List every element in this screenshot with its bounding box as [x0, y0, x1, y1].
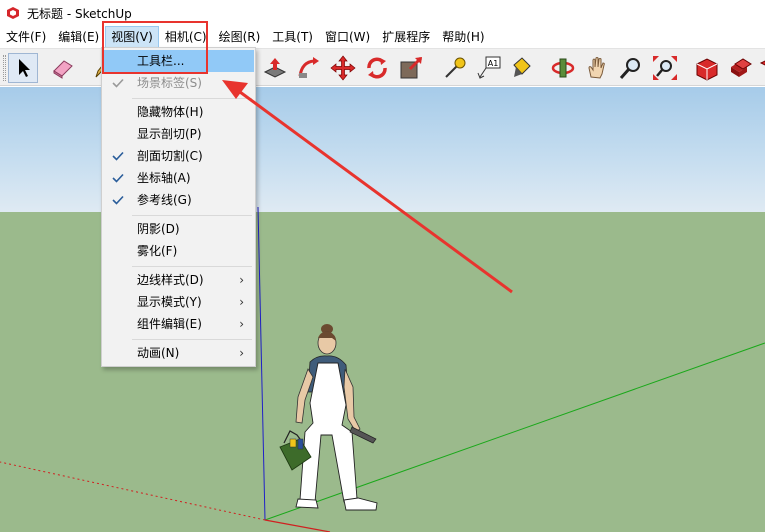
push-pull-icon: [263, 58, 287, 78]
checkmark-icon: [112, 151, 124, 161]
select-arrow-icon: [19, 59, 30, 77]
menu-item-label: 参考线(G): [137, 193, 192, 207]
scale-icon: [400, 56, 423, 79]
text-tool-glyph: A1: [488, 59, 499, 68]
menu-help[interactable]: 帮助(H): [436, 26, 490, 48]
menu-separator: [132, 215, 252, 216]
menu-item-label: 显示剖切(P): [137, 127, 202, 141]
move-icon: [330, 55, 356, 81]
extension-warehouse-icon: [731, 58, 752, 77]
submenu-arrow-icon: ›: [239, 317, 244, 331]
menu-item-axes[interactable]: 坐标轴(A): [104, 167, 254, 189]
menu-item-section-cuts[interactable]: 剖面切割(C): [104, 145, 254, 167]
menu-item-label: 坐标轴(A): [137, 171, 191, 185]
toolbar-grip[interactable]: [3, 55, 6, 81]
select-tool-button[interactable]: [8, 53, 38, 83]
zoom-extents-tool-button[interactable]: [650, 53, 680, 83]
red-axis: [264, 519, 331, 532]
layout-icon: [759, 60, 765, 66]
menu-item-label: 边线样式(D): [137, 273, 204, 287]
menu-item-fog[interactable]: 雾化(F): [104, 240, 254, 262]
menu-item-animation[interactable]: 动画(N) ›: [104, 342, 254, 364]
tape-measure-icon: [445, 57, 466, 78]
zoom-tool-button[interactable]: [616, 53, 646, 83]
submenu-arrow-icon: ›: [239, 295, 244, 309]
paint-bucket-tool-button[interactable]: [506, 53, 536, 83]
push-pull-tool-button[interactable]: [260, 53, 290, 83]
menu-item-label: 阴影(D): [137, 222, 180, 236]
view-menu-dropdown: 工具栏... 场景标签(S) 隐藏物体(H) 显示剖切(P) 剖面切割(C) 坐…: [101, 47, 256, 367]
layout-button[interactable]: [756, 53, 765, 83]
scale-tool-button[interactable]: [396, 53, 426, 83]
menu-item-section-planes[interactable]: 显示剖切(P): [104, 123, 254, 145]
orbit-tool-button[interactable]: [548, 53, 578, 83]
follow-me-tool-button[interactable]: [294, 53, 324, 83]
text-tool-button[interactable]: A1: [474, 53, 504, 83]
menu-item-shadows[interactable]: 阴影(D): [104, 218, 254, 240]
menu-item-scene-tabs[interactable]: 场景标签(S): [104, 72, 254, 94]
menu-item-label: 组件编辑(E): [137, 317, 202, 331]
zoom-icon: [619, 58, 640, 79]
menu-item-label: 雾化(F): [137, 244, 178, 258]
menu-draw[interactable]: 绘图(R): [213, 26, 267, 48]
follow-me-icon: [298, 57, 319, 78]
sketchup-logo-icon: [7, 7, 19, 19]
submenu-arrow-icon: ›: [239, 346, 244, 360]
red-axis-negative: [0, 461, 266, 521]
blue-axis: [257, 206, 266, 521]
menu-extensions[interactable]: 扩展程序: [376, 26, 436, 48]
person-figure[interactable]: [279, 324, 378, 511]
eraser-tool-button[interactable]: [48, 53, 78, 83]
extension-warehouse-button[interactable]: [726, 53, 756, 83]
eraser-icon: [53, 60, 73, 79]
menu-window[interactable]: 窗口(W): [319, 26, 376, 48]
window-title: 无标题 - SketchUp: [27, 6, 132, 21]
menu-item-label: 显示模式(Y): [137, 295, 202, 309]
menu-item-label: 隐藏物体(H): [137, 105, 204, 119]
checkmark-icon: [112, 173, 124, 183]
checkmark-icon: [112, 78, 124, 88]
menu-item-edge-style[interactable]: 边线样式(D) ›: [104, 269, 254, 291]
warehouse-icon: [696, 58, 718, 81]
tape-measure-tool-button[interactable]: [440, 53, 470, 83]
paint-bucket-icon: [513, 57, 531, 77]
menu-item-face-style[interactable]: 显示模式(Y) ›: [104, 291, 254, 313]
rotate-icon: [367, 57, 387, 79]
menu-item-component-edit[interactable]: 组件编辑(E) ›: [104, 313, 254, 335]
menu-tools[interactable]: 工具(T): [266, 26, 319, 48]
checkmark-icon: [112, 195, 124, 205]
zoom-extents-icon: [653, 56, 677, 80]
menu-edit[interactable]: 编辑(E): [52, 26, 105, 48]
menu-separator: [132, 266, 252, 267]
menu-separator: [132, 339, 252, 340]
menu-file[interactable]: 文件(F): [0, 26, 52, 48]
move-tool-button[interactable]: [328, 53, 358, 83]
menu-item-label: 动画(N): [137, 346, 180, 360]
orbit-icon: [551, 58, 575, 78]
menu-item-guides[interactable]: 参考线(G): [104, 189, 254, 211]
pan-hand-icon: [588, 57, 605, 79]
menu-item-label: 剖面切割(C): [137, 149, 203, 163]
submenu-arrow-icon: ›: [239, 273, 244, 287]
pan-tool-button[interactable]: [582, 53, 612, 83]
warehouse-button[interactable]: [692, 53, 722, 83]
rotate-tool-button[interactable]: [362, 53, 392, 83]
menu-item-hidden-geometry[interactable]: 隐藏物体(H): [104, 101, 254, 123]
menu-item-label: 场景标签(S): [137, 76, 202, 90]
text-label-icon: A1: [477, 56, 501, 79]
annotation-highlight-box: [102, 21, 208, 74]
menu-separator: [132, 98, 252, 99]
